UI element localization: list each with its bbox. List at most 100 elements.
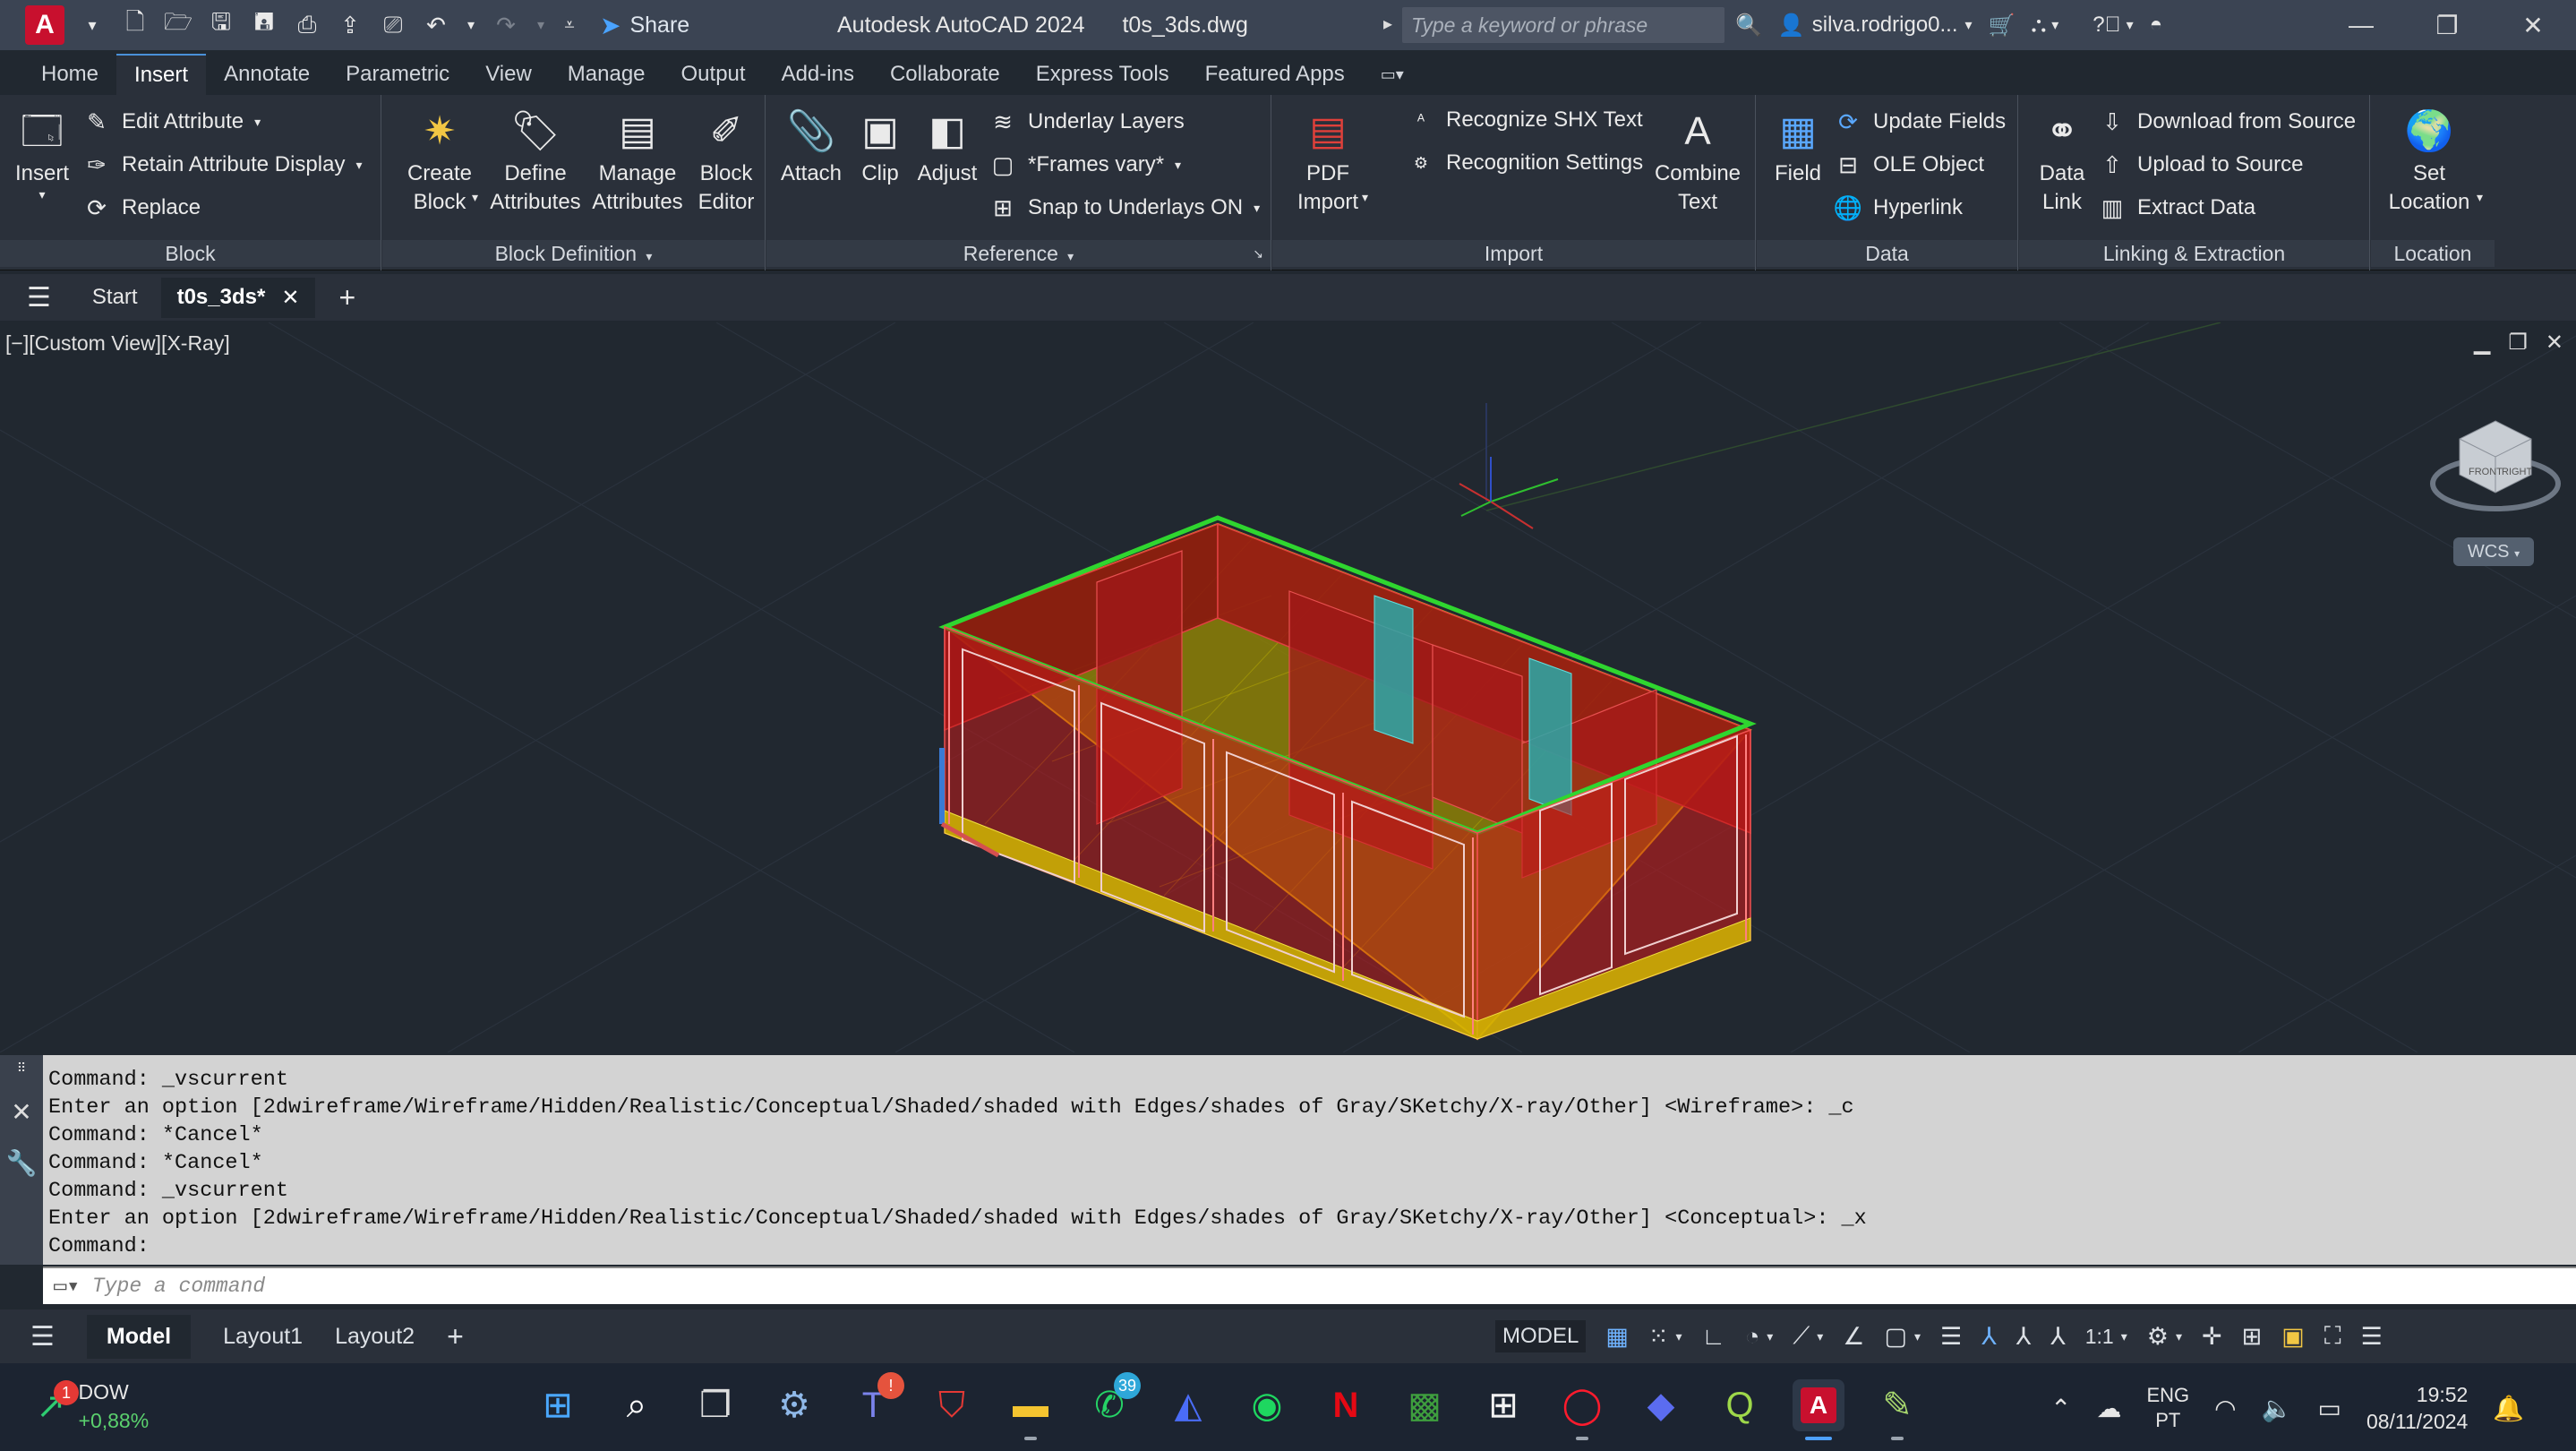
open-icon[interactable]: 🗁: [163, 8, 193, 40]
extract-data-button[interactable]: ▥ Extract Data: [2098, 193, 2255, 222]
undo-icon[interactable]: ↶: [421, 10, 451, 40]
open-web-icon[interactable]: ⎙: [292, 10, 322, 40]
file-tabs-menu-icon[interactable]: ☰: [27, 282, 51, 313]
autocad-icon[interactable]: A: [1793, 1379, 1844, 1440]
new-icon[interactable]: 🗋: [120, 8, 150, 40]
tab-model[interactable]: Model: [86, 1314, 192, 1359]
tab-layout1[interactable]: Layout1: [223, 1324, 303, 1350]
annotation-scale-value[interactable]: 1:1: [2085, 1325, 2114, 1349]
panel-title-import[interactable]: Import: [1272, 240, 1755, 267]
wifi-icon[interactable]: ◠: [2214, 1394, 2236, 1423]
new-layout-icon[interactable]: +: [447, 1320, 464, 1353]
panel-title-block-definition[interactable]: Block Definition ▾: [382, 240, 765, 267]
tab-featured-apps[interactable]: Featured Apps: [1187, 54, 1363, 95]
new-tab-icon[interactable]: +: [338, 281, 355, 314]
settings-icon[interactable]: ⚙: [768, 1379, 820, 1431]
grid-icon[interactable]: ▦: [1605, 1323, 1629, 1351]
viewcube[interactable]: FRONT RIGHT: [2428, 412, 2563, 528]
customize-icon[interactable]: 🔧: [6, 1148, 38, 1178]
create-block-button[interactable]: ✷ Create Block: [395, 104, 484, 217]
auto-scale-icon[interactable]: ⅄: [2016, 1323, 2032, 1351]
drag-handle-icon[interactable]: ⠿: [17, 1060, 26, 1076]
quick-properties-icon[interactable]: ▣: [2281, 1323, 2305, 1351]
netflix-icon[interactable]: N: [1320, 1379, 1372, 1431]
attach-button[interactable]: 📎 Attach: [775, 104, 847, 188]
tab-active-drawing[interactable]: t0s_3ds* ✕: [160, 277, 316, 318]
close-tab-icon[interactable]: ✕: [281, 285, 299, 311]
close-command-window-icon[interactable]: ✕: [11, 1097, 31, 1127]
viewport-minimize-icon[interactable]: ▁: [2474, 330, 2490, 356]
panel-title-linking[interactable]: Linking & Extraction: [2019, 240, 2369, 267]
polar-dropdown-icon[interactable]: ▾: [1767, 1329, 1773, 1344]
object-snap-tracking-icon[interactable]: ∠: [1843, 1323, 1864, 1351]
isodraft-icon[interactable]: ⟋: [1793, 1322, 1810, 1351]
define-attributes-button[interactable]: 🏷 Define Attributes: [486, 104, 585, 217]
snap-mode-icon[interactable]: ⁙: [1648, 1323, 1669, 1351]
share-button[interactable]: ➤ Share: [600, 11, 689, 40]
tab-layout2[interactable]: Layout2: [335, 1324, 415, 1350]
autocad-logo-button[interactable]: A: [25, 5, 64, 45]
download-from-source-button[interactable]: ⇩ Download from Source: [2098, 107, 2356, 136]
user-dropdown-icon[interactable]: ▾: [1965, 16, 1973, 34]
minimize-icon[interactable]: —: [2318, 0, 2404, 50]
drawing-viewport[interactable]: [−][Custom View][X-Ray] ▁ ❐ ✕ FRONT RIGH…: [0, 322, 2576, 1052]
user-icon[interactable]: 👤: [1778, 13, 1805, 39]
account-dropdown-icon[interactable]: ▾: [2051, 16, 2058, 34]
command-prompt-icon[interactable]: ▭▾: [54, 1273, 80, 1300]
input-language[interactable]: ENG PT: [2146, 1383, 2189, 1433]
wcs-dropdown[interactable]: WCS ▾: [2453, 537, 2534, 566]
panel-title-block[interactable]: Block: [0, 240, 381, 267]
search-icon[interactable]: 🔍: [1735, 13, 1762, 39]
recognition-settings-button[interactable]: ⚙ Recognition Settings: [1407, 149, 1643, 177]
data-link-button[interactable]: ⚭ Data Link: [2026, 104, 2098, 217]
annotation-scale-icon[interactable]: ⅄: [2050, 1323, 2066, 1351]
isodraft-dropdown-icon[interactable]: ▾: [1817, 1329, 1823, 1344]
ortho-icon[interactable]: ∟: [1702, 1323, 1725, 1351]
restore-icon[interactable]: ❐: [2404, 0, 2490, 50]
plot-icon[interactable]: ⎚: [378, 10, 408, 40]
annotation-visibility-icon[interactable]: ⅄: [1981, 1323, 1997, 1351]
snap-dropdown-icon[interactable]: ▾: [1676, 1329, 1682, 1344]
app-icon[interactable]: ◆: [1635, 1379, 1687, 1431]
microsoft-store-icon[interactable]: ⊞: [1477, 1379, 1529, 1431]
create-block-dropdown-icon[interactable]: ▾: [472, 190, 478, 205]
task-view-icon[interactable]: ❐: [689, 1379, 741, 1431]
pdf-import-dropdown-icon[interactable]: ▾: [1362, 190, 1368, 205]
manage-attributes-button[interactable]: ▤ Manage Attributes: [586, 104, 689, 217]
panel-title-reference[interactable]: Reference ▾ ↘: [766, 240, 1271, 267]
object-snap-dropdown-icon[interactable]: ▾: [1914, 1329, 1921, 1344]
tab-view[interactable]: View: [467, 54, 550, 95]
mcafee-icon[interactable]: ⛉: [926, 1379, 978, 1431]
search-expand-icon[interactable]: ▸: [1383, 13, 1392, 35]
onedrive-error-icon[interactable]: ☁: [2096, 1394, 2121, 1423]
model-space-button[interactable]: MODEL: [1495, 1320, 1587, 1352]
command-input[interactable]: ▭▾ Type a command: [43, 1266, 2576, 1304]
show-hidden-icons-icon[interactable]: ⌃: [2050, 1394, 2071, 1423]
file-explorer-icon[interactable]: ▬: [1005, 1379, 1057, 1440]
hyperlink-button[interactable]: 🌐 Hyperlink: [1834, 193, 1963, 222]
paint-icon[interactable]: ◭: [1162, 1379, 1214, 1431]
panel-title-location[interactable]: Location: [2371, 240, 2495, 267]
stock-widget[interactable]: ↗ 1 DOW +0,88%: [36, 1378, 149, 1435]
app-menu-chevron-icon[interactable]: ▾: [77, 10, 107, 40]
volume-icon[interactable]: 🔈: [2262, 1394, 2293, 1423]
autodesk-account-icon[interactable]: ⛬: [2031, 13, 2046, 38]
search-icon[interactable]: ⌕: [611, 1379, 663, 1431]
tab-home[interactable]: Home: [23, 54, 116, 95]
save-icon[interactable]: 🖫: [206, 8, 236, 40]
frames-vary-dropdown[interactable]: ▢ *Frames vary* ▾: [988, 150, 1181, 179]
spotify-icon[interactable]: ◉: [1241, 1379, 1293, 1431]
tab-add-ins[interactable]: Add-ins: [764, 54, 872, 95]
redo-dropdown-icon[interactable]: ▾: [534, 10, 548, 40]
battery-icon[interactable]: ▭: [2317, 1394, 2341, 1423]
tab-annotate[interactable]: Annotate: [206, 54, 328, 95]
ole-object-button[interactable]: ⊟ OLE Object: [1834, 150, 1984, 179]
help-icon[interactable]: ?⃝: [2092, 13, 2120, 38]
pdf-import-button[interactable]: ▤ PDF Import: [1283, 104, 1373, 217]
viewport-close-icon[interactable]: ✕: [2546, 330, 2563, 356]
reference-launcher-icon[interactable]: ↘: [1253, 240, 1263, 267]
search-input[interactable]: Type a keyword or phrase: [1402, 7, 1724, 43]
adjust-button[interactable]: ◧ Adjust: [911, 104, 983, 188]
clip-button[interactable]: ▣ Clip: [849, 104, 911, 188]
cloud-icon[interactable]: ◓: [2150, 13, 2163, 38]
